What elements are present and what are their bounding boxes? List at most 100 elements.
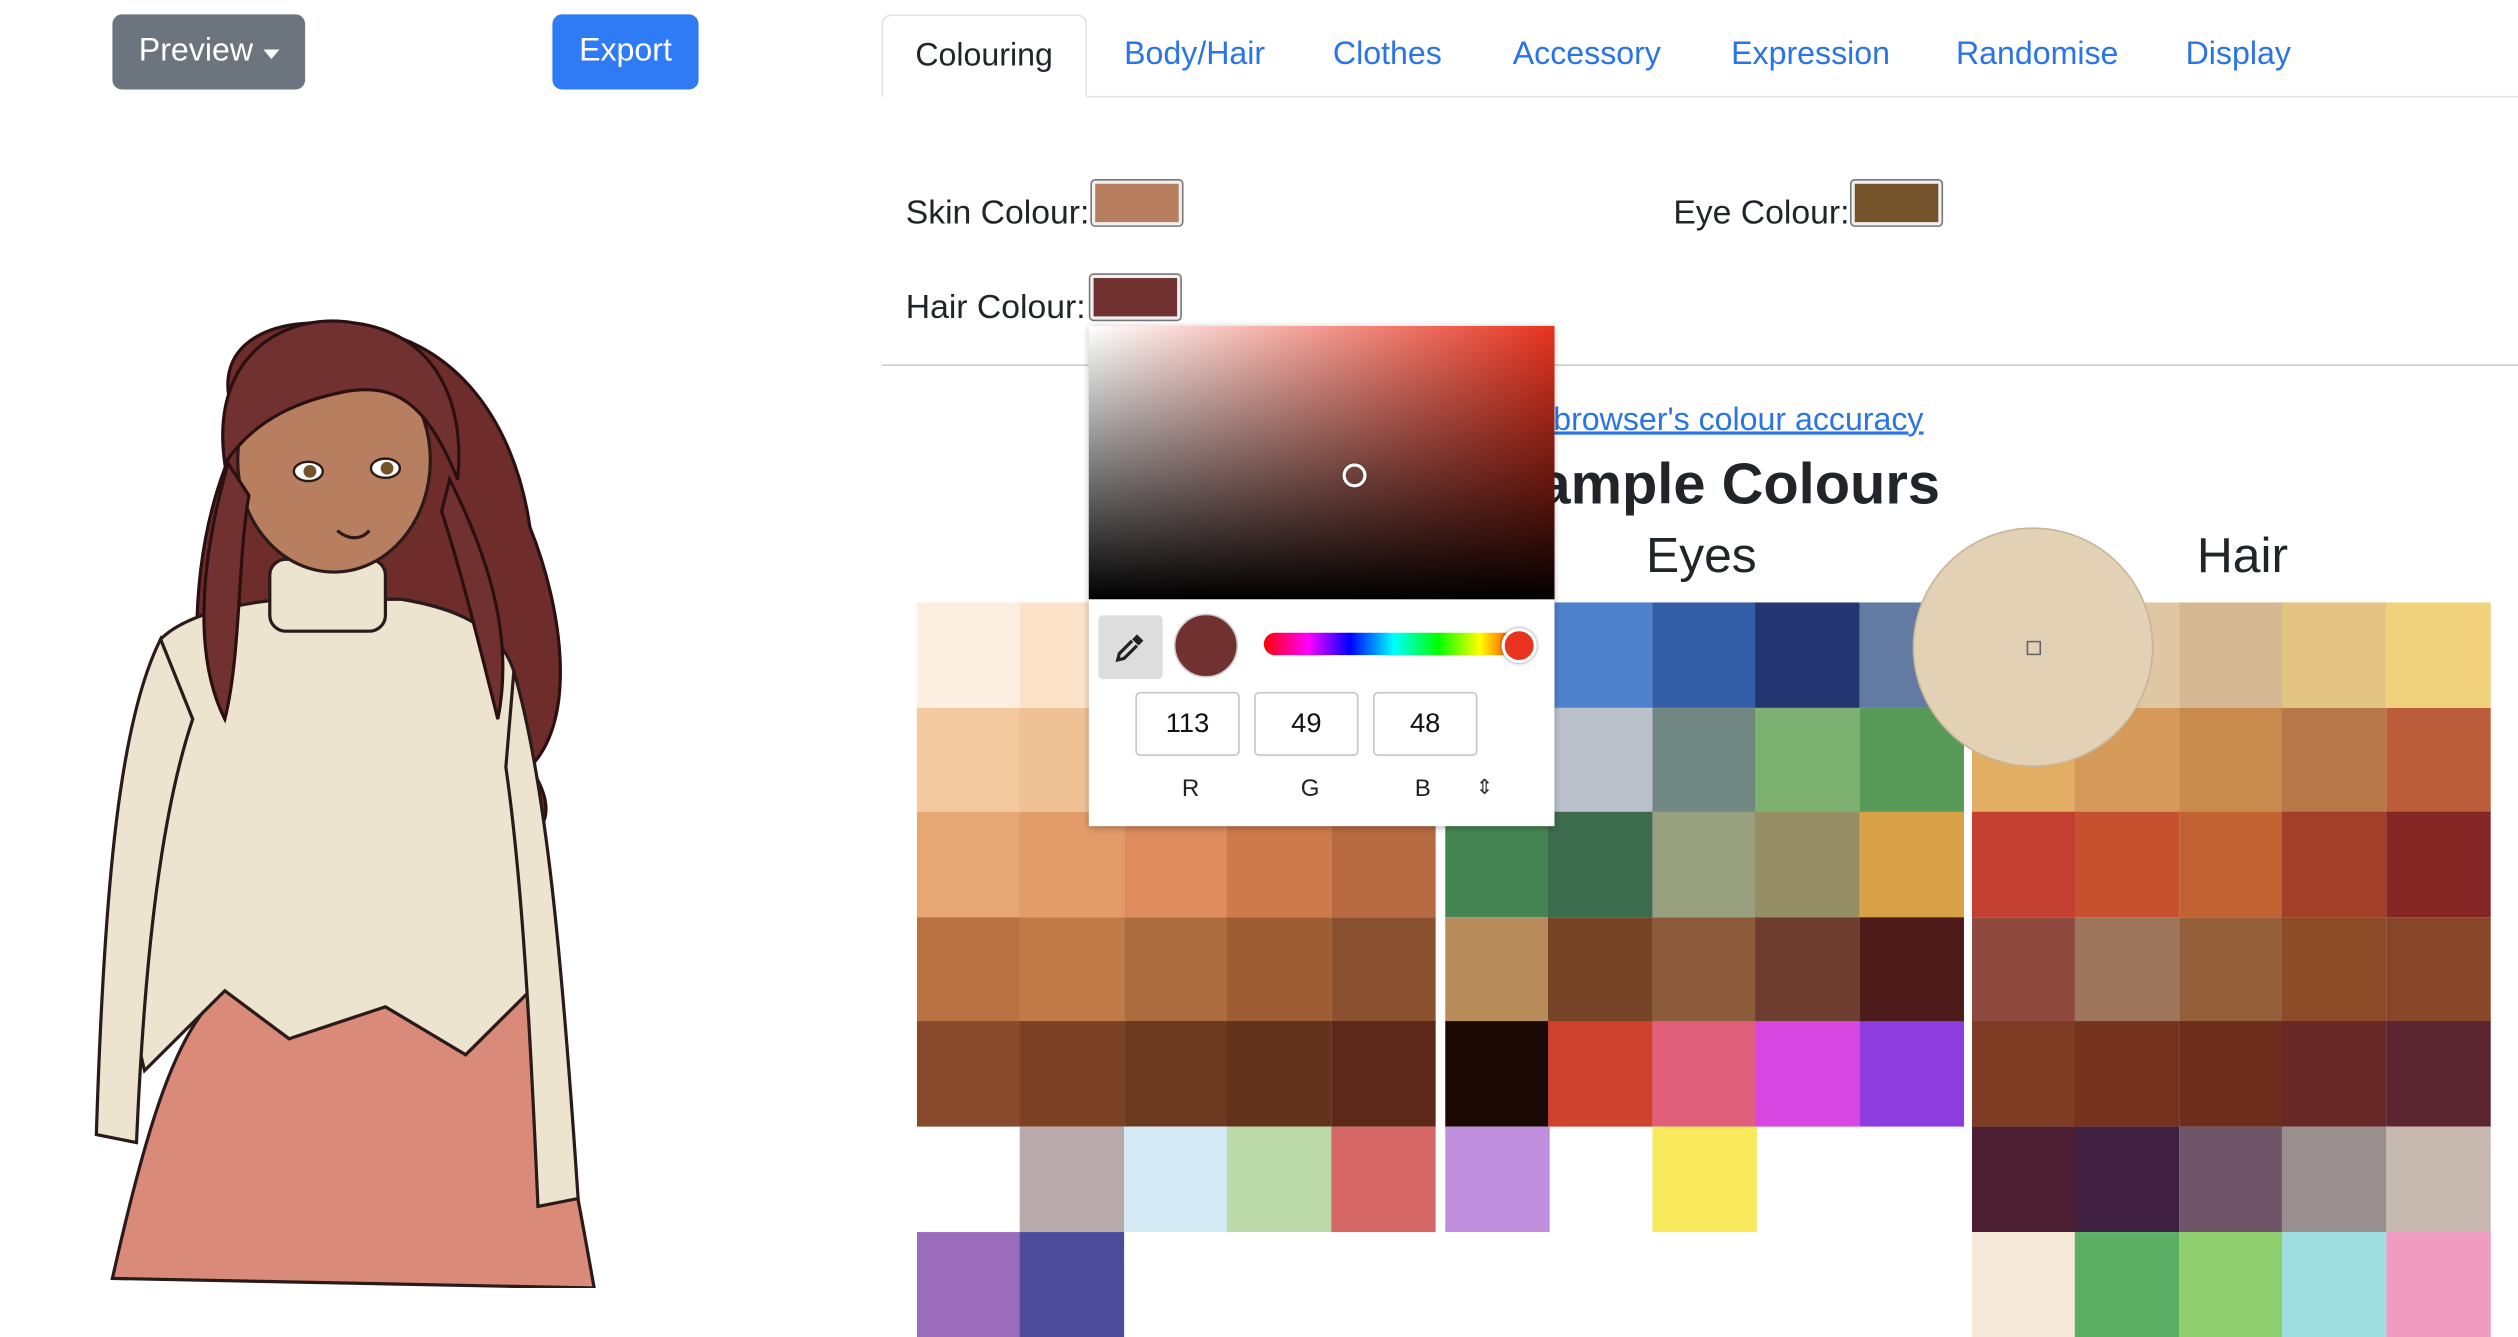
eye-swatch[interactable] (1755, 916, 1860, 1023)
skin-swatch[interactable] (1330, 916, 1435, 1023)
eye-swatch[interactable] (1548, 916, 1654, 1023)
skin-swatch[interactable] (1123, 916, 1229, 1023)
eye-swatch[interactable] (1445, 1126, 1550, 1233)
eye-swatch[interactable] (1445, 1021, 1550, 1128)
hair-colour-input[interactable] (1088, 273, 1182, 322)
eye-swatch[interactable] (1858, 812, 1964, 918)
tab-clothes[interactable]: Clothes (1333, 14, 1442, 95)
hair-swatch[interactable] (2282, 1021, 2387, 1128)
skin-swatch[interactable] (1020, 1021, 1125, 1128)
hair-swatch[interactable] (2075, 1231, 2180, 1337)
eye-swatch[interactable] (1652, 812, 1757, 918)
eye-swatch[interactable] (1755, 707, 1860, 813)
hair-swatch[interactable] (1972, 1021, 2077, 1128)
hair-swatch[interactable] (1972, 916, 2077, 1023)
hair-swatch[interactable] (2178, 1126, 2284, 1233)
eye-swatch[interactable] (1548, 602, 1654, 708)
hair-swatch[interactable] (1972, 812, 2077, 918)
up-down-arrows-icon[interactable]: ⇕ (1476, 775, 1494, 801)
hair-swatch[interactable] (2075, 1021, 2180, 1128)
hair-swatch[interactable] (2385, 602, 2491, 708)
skin-swatch[interactable] (916, 916, 1022, 1023)
eye-swatch[interactable] (1755, 1021, 1860, 1128)
eye-swatch[interactable] (1652, 707, 1757, 813)
hair-swatch[interactable] (2075, 916, 2180, 1023)
b-input[interactable]: 48 (1373, 691, 1478, 756)
eye-swatch[interactable] (1445, 812, 1550, 918)
hair-swatch[interactable] (2178, 1021, 2284, 1128)
tab-display[interactable]: Display (2186, 14, 2291, 95)
eye-swatch[interactable] (1858, 1021, 1964, 1128)
g-input[interactable]: 49 (1254, 691, 1359, 756)
skin-swatch[interactable] (1020, 812, 1125, 918)
skin-swatch[interactable] (1330, 1021, 1435, 1128)
hair-swatch[interactable] (2282, 812, 2387, 918)
hair-swatch[interactable] (2178, 1231, 2284, 1337)
hair-swatch[interactable] (2178, 707, 2284, 813)
eye-swatch[interactable] (1548, 1021, 1654, 1128)
hair-swatch[interactable] (2075, 1126, 2180, 1233)
hair-swatch[interactable] (2282, 1231, 2387, 1337)
hair-swatch[interactable] (2282, 707, 2387, 813)
hue-slider-handle[interactable] (1501, 628, 1537, 664)
eye-swatch[interactable] (1548, 707, 1654, 813)
hair-swatch[interactable] (2385, 916, 2491, 1023)
skin-swatch[interactable] (1227, 812, 1332, 918)
hair-swatch[interactable] (2178, 916, 2284, 1023)
tab-randomise[interactable]: Randomise (1956, 14, 2118, 95)
skin-swatch[interactable] (916, 707, 1022, 813)
tab-colouring[interactable]: Colouring (881, 14, 1087, 98)
eye-swatch[interactable] (1755, 602, 1860, 708)
eye-colour-fill (1854, 183, 1939, 223)
skin-swatch[interactable] (916, 1021, 1022, 1128)
eye-colour-input[interactable] (1849, 178, 1944, 227)
eye-swatch[interactable] (1755, 812, 1860, 918)
skin-swatch[interactable] (1123, 1126, 1229, 1233)
skin-swatch[interactable] (1123, 812, 1229, 918)
skin-swatch[interactable] (1330, 1126, 1435, 1233)
eye-swatch[interactable] (1652, 916, 1757, 1023)
hair-swatch[interactable] (2282, 1126, 2387, 1233)
skin-swatch[interactable] (916, 1231, 1022, 1337)
skin-swatch[interactable] (1020, 916, 1125, 1023)
export-button[interactable]: Export (552, 14, 699, 90)
saturation-handle[interactable] (1342, 463, 1367, 488)
eye-swatch[interactable] (1652, 1126, 1757, 1233)
hair-swatch[interactable] (1972, 1231, 2077, 1337)
hue-slider[interactable] (1263, 632, 1524, 656)
skin-swatch[interactable] (1123, 1021, 1229, 1128)
tab-expression[interactable]: Expression (1731, 14, 1890, 95)
skin-swatch[interactable] (916, 812, 1022, 918)
hair-swatch[interactable] (2075, 812, 2180, 918)
saturation-area[interactable] (1088, 325, 1555, 600)
eye-swatch[interactable] (1652, 1021, 1757, 1128)
eyedropper-button[interactable] (1098, 615, 1163, 680)
skin-swatch[interactable] (1020, 1126, 1125, 1233)
hair-swatch[interactable] (1972, 1126, 2077, 1233)
eye-swatch[interactable] (1858, 916, 1964, 1023)
skin-swatch[interactable] (1020, 1231, 1125, 1337)
preview-dropdown-button[interactable]: Preview (112, 14, 306, 90)
hair-swatch[interactable] (2385, 707, 2491, 813)
hair-swatch[interactable] (2282, 916, 2387, 1023)
skin-swatch[interactable] (916, 602, 1022, 708)
eye-swatch[interactable] (1548, 812, 1654, 918)
hair-swatch[interactable] (2178, 602, 2284, 708)
eye-swatch[interactable] (1652, 602, 1757, 708)
tab-body-hair[interactable]: Body/Hair (1124, 14, 1265, 95)
hair-swatch[interactable] (2385, 1231, 2491, 1337)
skin-swatch[interactable] (1227, 1021, 1332, 1128)
colour-accuracy-link[interactable]: r browser's colour accuracy (1534, 403, 1924, 440)
skin-swatch[interactable] (1227, 916, 1332, 1023)
hair-swatch[interactable] (2178, 812, 2284, 918)
hair-swatch[interactable] (2385, 1126, 2491, 1233)
skin-swatch[interactable] (1330, 812, 1435, 918)
hair-swatch[interactable] (2385, 1021, 2491, 1128)
r-input[interactable]: 113 (1135, 691, 1240, 756)
skin-colour-input[interactable] (1090, 178, 1184, 227)
tab-accessory[interactable]: Accessory (1513, 14, 1661, 95)
skin-swatch[interactable] (1227, 1126, 1332, 1233)
eye-swatch[interactable] (1445, 916, 1550, 1023)
hair-swatch[interactable] (2282, 602, 2387, 708)
hair-swatch[interactable] (2385, 812, 2491, 918)
